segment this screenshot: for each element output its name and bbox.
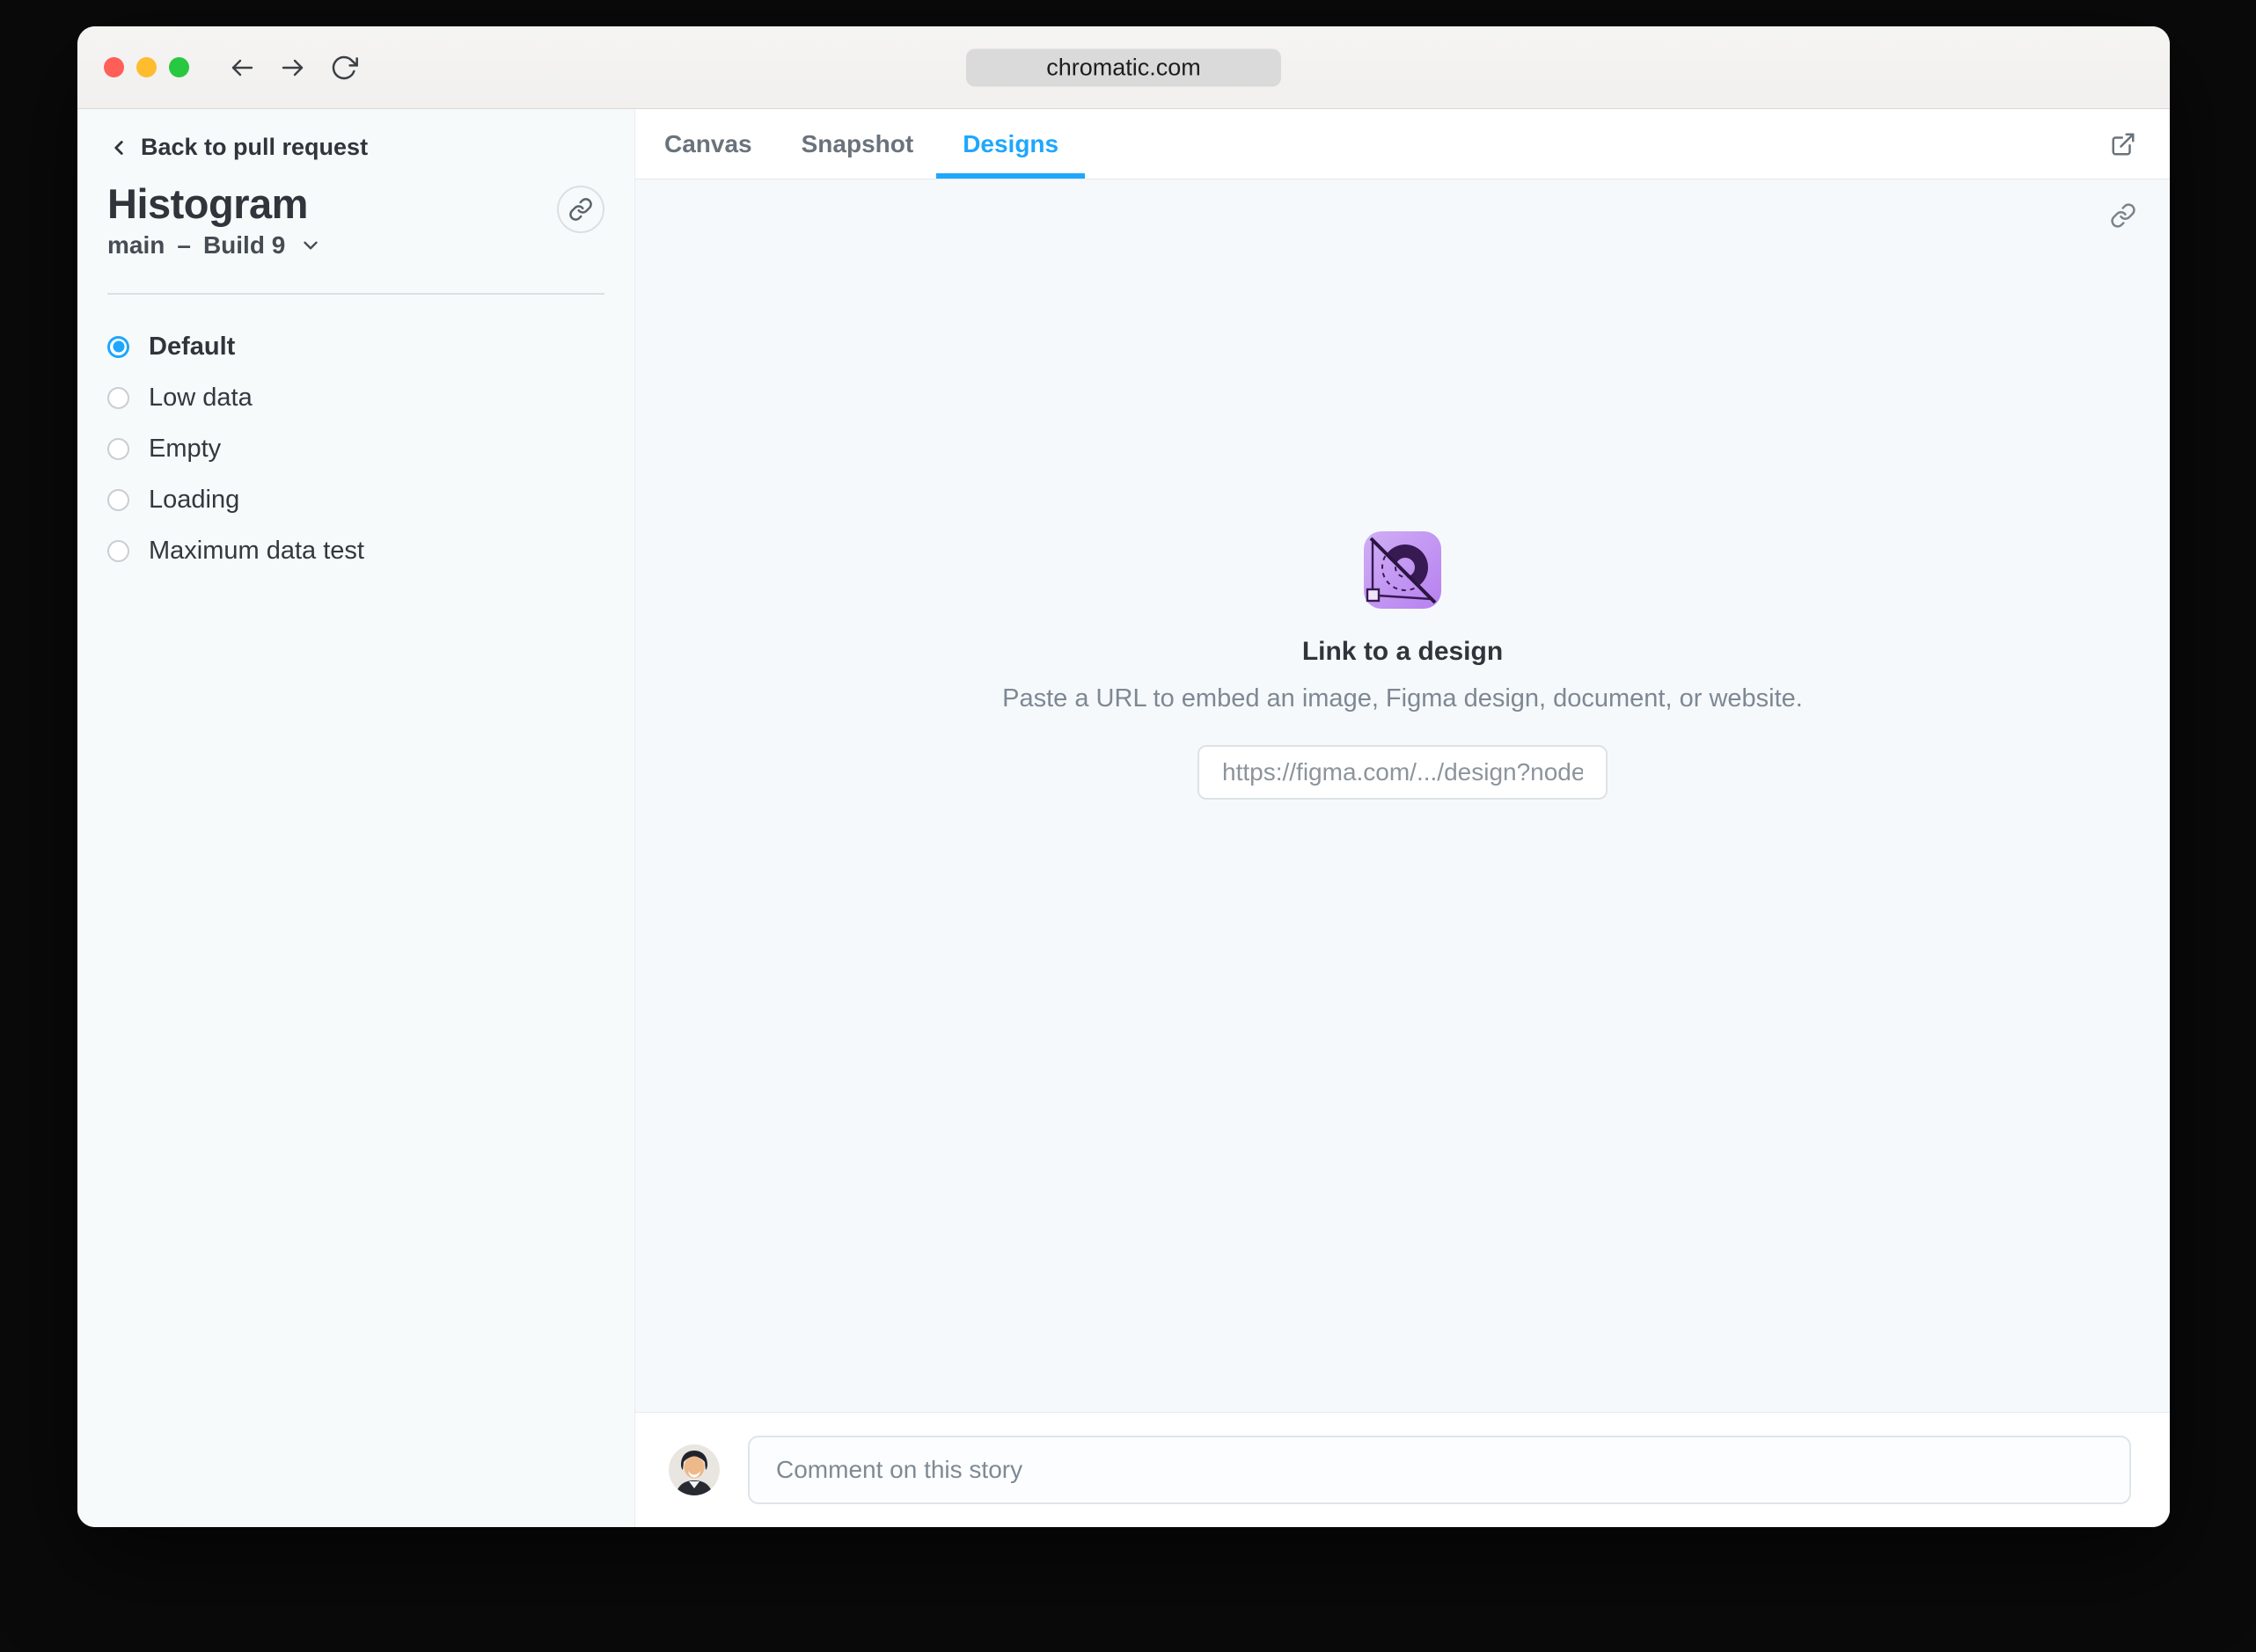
browser-reload-button[interactable] <box>330 54 358 82</box>
chevron-down-icon <box>304 241 318 250</box>
copy-design-link-button[interactable] <box>2110 202 2136 233</box>
minimize-window-button[interactable] <box>136 57 157 77</box>
cta-heading: Link to a design <box>1301 637 1504 666</box>
design-tool-icon <box>1364 531 1441 609</box>
reload-icon <box>332 55 358 79</box>
radio-unselected-icon <box>107 386 129 409</box>
tab-designs[interactable]: Designs <box>936 109 1086 179</box>
radio-unselected-icon <box>107 488 129 511</box>
external-link-icon <box>2112 133 2135 155</box>
sidebar-divider <box>107 293 604 295</box>
arrow-right-icon <box>282 59 304 76</box>
story-label: Maximum data test <box>149 536 364 565</box>
cta-description: Paste a URL to embed an image, Figma des… <box>1002 684 1803 713</box>
link-icon <box>2111 203 2135 228</box>
tabbar-spacer <box>1108 109 2061 179</box>
tab-snapshot[interactable]: Snapshot <box>802 109 914 179</box>
zoom-window-button[interactable] <box>169 57 189 77</box>
story-item-maximum-data-test[interactable]: Maximum data test <box>107 525 604 576</box>
browser-window: chromatic.com Back to pull request Histo… <box>77 26 2170 1527</box>
story-label: Empty <box>149 434 222 463</box>
story-label: Low data <box>149 383 253 412</box>
address-bar-url: chromatic.com <box>1046 54 1201 80</box>
branch-build-separator: – <box>177 231 191 259</box>
open-external-button[interactable] <box>2110 109 2136 179</box>
browser-forward-button[interactable] <box>279 54 307 82</box>
story-item-empty[interactable]: Empty <box>107 423 604 474</box>
story-item-loading[interactable]: Loading <box>107 474 604 525</box>
copy-story-link-button[interactable] <box>557 186 604 233</box>
comment-bar <box>635 1412 2170 1527</box>
branch-name: main <box>107 231 165 259</box>
radio-unselected-icon <box>107 539 129 562</box>
designs-tab-content: Link to a design Paste a URL to embed an… <box>635 179 2170 1412</box>
address-bar[interactable]: chromatic.com <box>966 48 1281 86</box>
link-design-cta: Link to a design Paste a URL to embed an… <box>1002 531 1803 800</box>
story-item-low-data[interactable]: Low data <box>107 372 604 423</box>
story-list: Default Low data Empty Loading Maximum d… <box>107 321 604 576</box>
build-selector[interactable]: main – Build 9 <box>107 231 322 259</box>
comment-input[interactable] <box>748 1436 2131 1504</box>
story-sidebar: Back to pull request Histogram main – Bu… <box>77 109 635 1527</box>
tab-canvas[interactable]: Canvas <box>664 109 752 179</box>
story-item-default[interactable]: Default <box>107 321 604 372</box>
link-icon <box>569 198 592 221</box>
story-label: Loading <box>149 485 240 514</box>
component-title: Histogram <box>107 180 308 227</box>
build-name: Build 9 <box>202 231 286 259</box>
back-label: Back to pull request <box>141 134 369 160</box>
browser-back-button[interactable] <box>228 54 256 82</box>
radio-unselected-icon <box>107 437 129 460</box>
panel-tabbar: Canvas Snapshot Designs <box>635 109 2170 179</box>
browser-chrome: chromatic.com <box>77 26 2170 109</box>
arrow-left-icon <box>231 59 253 76</box>
back-to-pull-request-link[interactable]: Back to pull request <box>107 134 368 161</box>
close-window-button[interactable] <box>104 57 124 77</box>
traffic-lights <box>104 57 189 77</box>
chevron-left-icon <box>114 140 123 155</box>
radio-selected-icon <box>107 335 129 358</box>
story-panel: Canvas Snapshot Designs Link to a design… <box>635 109 2170 1527</box>
story-label: Default <box>149 332 236 361</box>
design-url-input[interactable] <box>1198 745 1608 800</box>
user-avatar <box>669 1444 720 1495</box>
